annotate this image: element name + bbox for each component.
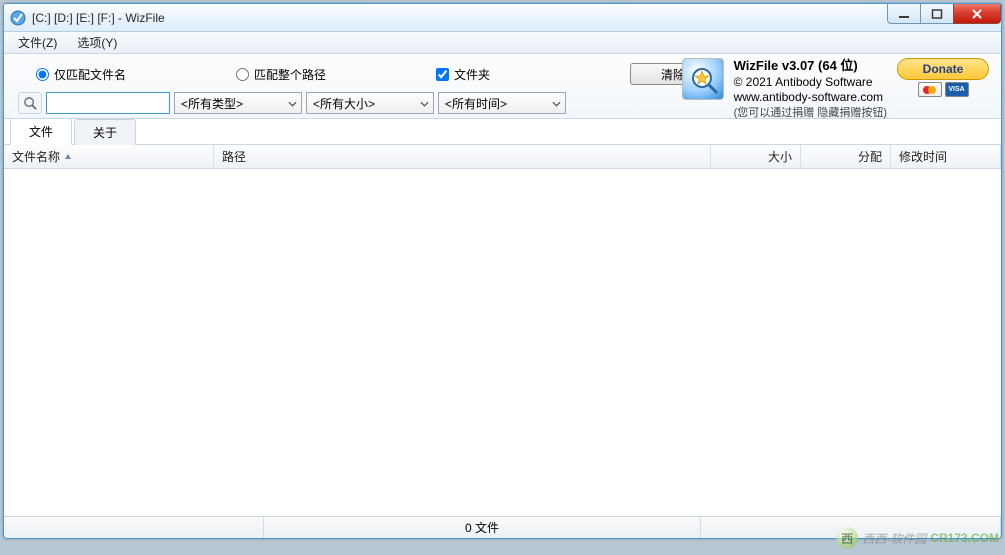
column-header-name[interactable]: 文件名称 — [4, 145, 214, 168]
status-file-count: 0 文件 — [465, 519, 499, 536]
status-center: 0 文件 — [264, 517, 701, 538]
titlebar[interactable]: [C:] [D:] [E:] [F:] - WizFile — [4, 4, 1001, 32]
app-info-text: WizFile v3.07 (64 位) © 2021 Antibody Sof… — [734, 58, 887, 120]
app-website: www.antibody-software.com — [734, 90, 887, 106]
search-icon — [18, 92, 42, 114]
column-header-name-label: 文件名称 — [12, 148, 60, 165]
checkbox-folders-input[interactable] — [436, 68, 449, 81]
close-button[interactable] — [953, 4, 1001, 24]
file-list-body[interactable] — [4, 169, 1001, 516]
minimize-button[interactable] — [887, 4, 921, 24]
chevron-down-icon — [420, 96, 429, 110]
menubar: 文件(Z) 选项(Y) — [4, 32, 1001, 54]
column-header-path[interactable]: 路径 — [214, 145, 711, 168]
menu-file[interactable]: 文件(Z) — [8, 32, 67, 53]
window-title: [C:] [D:] [E:] [F:] - WizFile — [32, 11, 999, 25]
chevron-down-icon — [288, 96, 297, 110]
donate-box: Donate VISA — [897, 58, 989, 97]
window-controls — [888, 4, 1001, 24]
status-right — [701, 517, 1001, 538]
content-tabs: 文件 关于 — [4, 119, 1001, 145]
radio-match-filename[interactable]: 仅匹配文件名 — [36, 66, 126, 83]
app-logo — [682, 58, 724, 100]
status-left — [4, 517, 264, 538]
chevron-down-icon — [552, 96, 561, 110]
column-header-alloc[interactable]: 分配 — [801, 145, 891, 168]
tab-about[interactable]: 关于 — [74, 119, 136, 145]
file-list-header: 文件名称 路径 大小 分配 修改时间 — [4, 145, 1001, 169]
radio-match-path-input[interactable] — [236, 68, 249, 81]
info-panel: WizFile v3.07 (64 位) © 2021 Antibody Sof… — [682, 58, 989, 120]
radio-match-filename-label: 仅匹配文件名 — [54, 66, 126, 83]
search-input[interactable] — [46, 92, 170, 114]
payment-cards: VISA — [918, 82, 969, 97]
donate-hint: (您可以通过捐赠 隐藏捐赠按钮) — [734, 106, 887, 120]
column-header-size[interactable]: 大小 — [711, 145, 801, 168]
checkbox-folders-label: 文件夹 — [454, 66, 490, 83]
filter-type-combo[interactable]: <所有类型> — [174, 92, 302, 114]
filter-type-value: <所有类型> — [181, 95, 243, 112]
app-icon — [10, 10, 26, 26]
app-name: WizFile v3.07 (64 位) — [734, 58, 887, 75]
statusbar: 0 文件 — [4, 516, 1001, 538]
menu-options[interactable]: 选项(Y) — [67, 32, 127, 53]
filter-panel: 仅匹配文件名 匹配整个路径 文件夹 清除 <所有类型> <所有大小> — [4, 54, 1001, 119]
column-header-mtime-label: 修改时间 — [899, 148, 947, 165]
column-header-alloc-label: 分配 — [858, 148, 882, 165]
checkbox-folders[interactable]: 文件夹 — [436, 66, 490, 83]
mastercard-icon — [918, 82, 942, 97]
filter-time-combo[interactable]: <所有时间> — [438, 92, 566, 114]
sort-asc-icon — [64, 153, 72, 161]
column-header-mtime[interactable]: 修改时间 — [891, 145, 1001, 168]
filter-size-value: <所有大小> — [313, 95, 375, 112]
donate-button[interactable]: Donate — [897, 58, 989, 80]
app-copyright: © 2021 Antibody Software — [734, 75, 887, 91]
radio-match-filename-input[interactable] — [36, 68, 49, 81]
tab-files[interactable]: 文件 — [10, 118, 72, 145]
app-window: [C:] [D:] [E:] [F:] - WizFile 文件(Z) 选项(Y… — [3, 3, 1002, 539]
filter-time-value: <所有时间> — [445, 95, 507, 112]
filter-size-combo[interactable]: <所有大小> — [306, 92, 434, 114]
maximize-button[interactable] — [920, 4, 954, 24]
radio-match-path-label: 匹配整个路径 — [254, 66, 326, 83]
radio-match-path[interactable]: 匹配整个路径 — [236, 66, 326, 83]
visa-icon: VISA — [945, 82, 969, 97]
column-header-path-label: 路径 — [222, 148, 246, 165]
column-header-size-label: 大小 — [768, 148, 792, 165]
